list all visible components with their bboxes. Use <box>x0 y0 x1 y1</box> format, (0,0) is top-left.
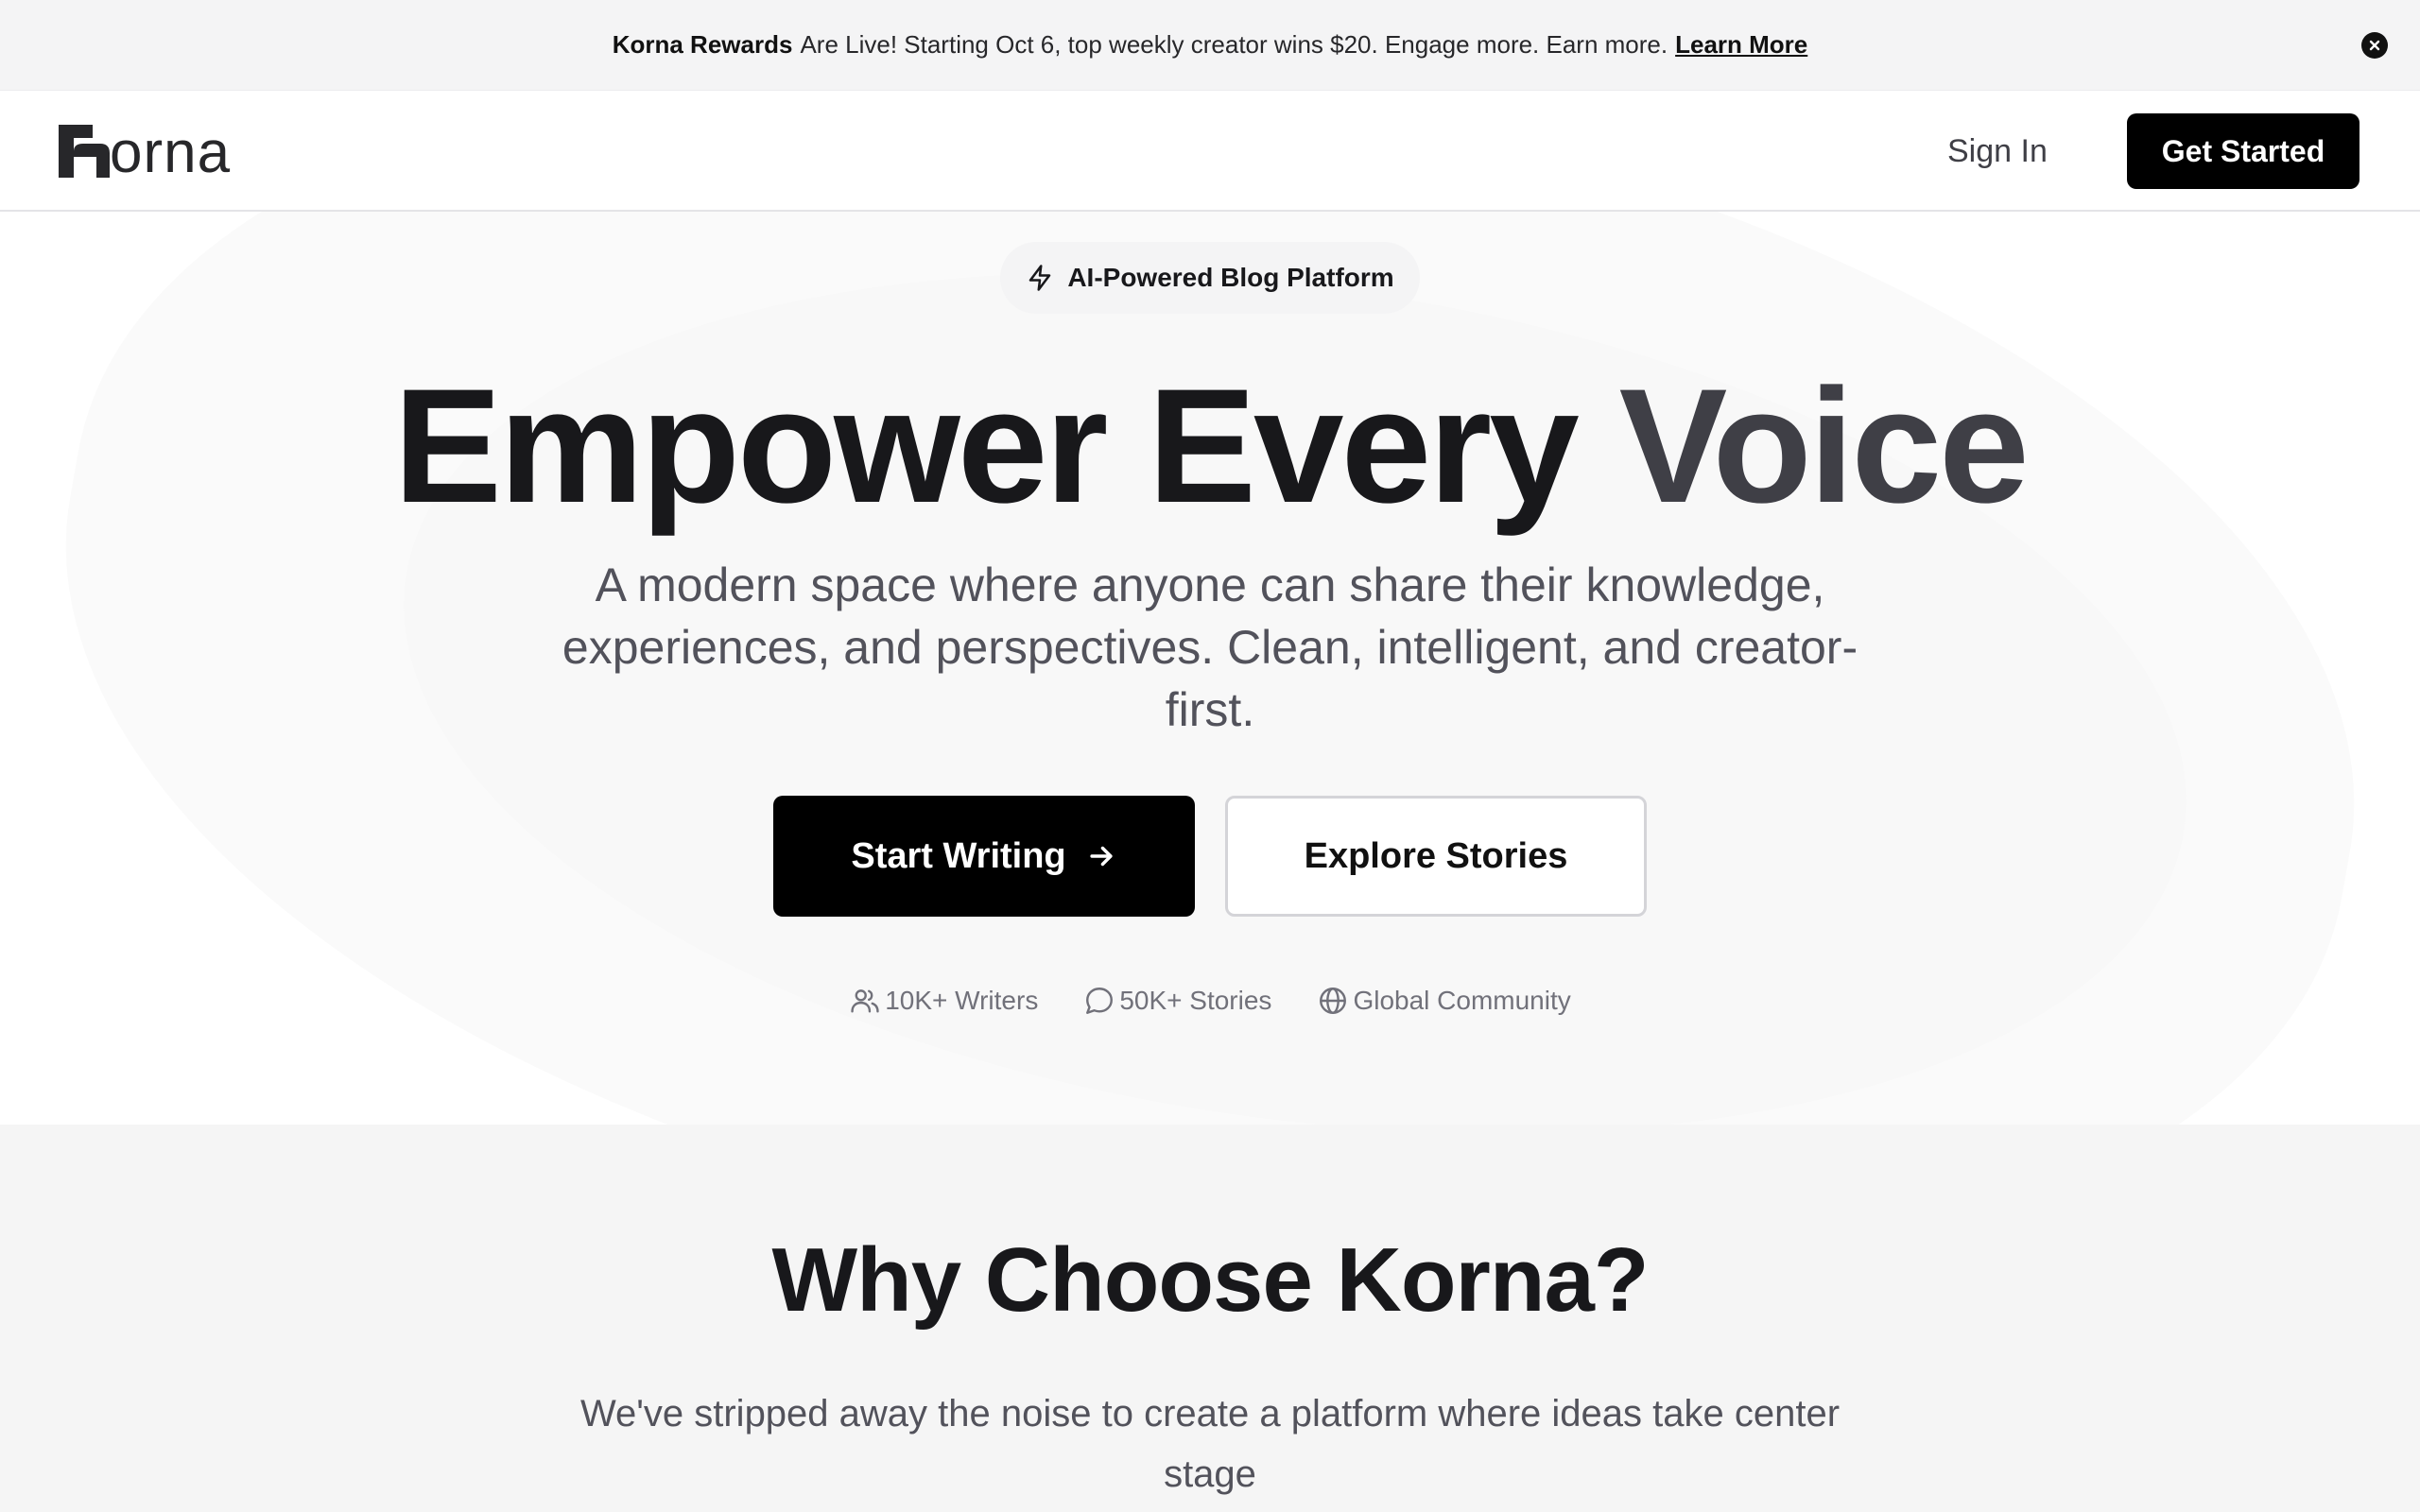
announcement-brand: Korna Rewards <box>612 30 793 59</box>
hero-headline: Empower Every Voice <box>0 352 2420 541</box>
globe-icon <box>1320 988 1347 1014</box>
ai-badge-label: AI-Powered Blog Platform <box>1067 263 1394 292</box>
learn-more-link[interactable]: Learn More <box>1675 30 1807 60</box>
sign-in-button[interactable]: Sign In <box>1947 129 2048 174</box>
hero-stats: 10K+ Writers 50K+ Stories Global Communi… <box>0 985 2420 1017</box>
users-icon <box>851 989 879 1013</box>
stat-community: Global Community <box>1317 985 1571 1017</box>
ai-badge: AI-Powered Blog Platform <box>1000 242 1420 314</box>
stat-stories-label: 50K+ Stories <box>1119 986 1272 1015</box>
why-subtitle: We've stripped away the noise to create … <box>579 1393 1841 1495</box>
start-writing-button[interactable]: Start Writing <box>773 796 1195 917</box>
close-icon[interactable] <box>2361 32 2388 59</box>
korna-logo[interactable]: orna <box>59 119 232 185</box>
logo-wordmark: orna <box>110 120 232 185</box>
why-title: Why Choose Korna? <box>771 1229 1649 1331</box>
why-section: Why Choose Korna? We've stripped away th… <box>0 1125 2420 1512</box>
stat-writers: 10K+ Writers <box>849 985 1038 1017</box>
stat-stories: 50K+ Stories <box>1083 985 1271 1017</box>
announcement-message: Are Live! Starting Oct 6, top weekly cre… <box>800 30 1668 59</box>
get-started-button[interactable]: Get Started <box>2127 113 2360 189</box>
start-writing-label: Start Writing <box>851 835 1066 876</box>
top-nav: orna Sign In Get Started <box>0 91 2420 212</box>
hero-section: AI-Powered Blog Platform Empower Every V… <box>0 212 2420 1125</box>
hero-subtitle: A modern space where anyone can share th… <box>562 558 1858 736</box>
lightning-icon <box>1029 265 1051 291</box>
stat-community-label: Global Community <box>1353 986 1571 1015</box>
stat-writers-label: 10K+ Writers <box>885 986 1039 1015</box>
explore-stories-button[interactable]: Explore Stories <box>1225 796 1647 917</box>
message-circle-icon <box>1086 988 1114 1014</box>
arrow-right-icon <box>1090 846 1113 867</box>
korna-logo-mark <box>59 125 110 178</box>
headline-part-1: Empower Every <box>393 355 1580 537</box>
headline-part-2: Voice <box>1618 355 2030 537</box>
announcement-bar: Korna Rewards Are Live! Starting Oct 6, … <box>0 0 2420 91</box>
